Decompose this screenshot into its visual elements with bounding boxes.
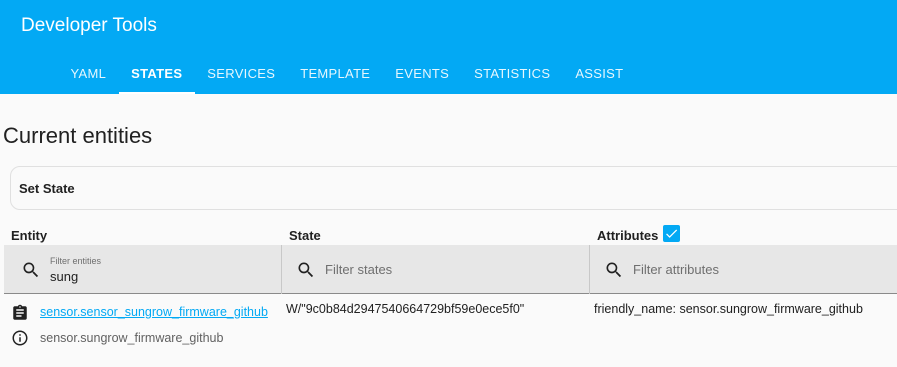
tab-services[interactable]: SERVICES bbox=[195, 52, 288, 94]
entity-filter-label: Filter entities bbox=[50, 256, 102, 266]
column-header-state: State bbox=[289, 228, 321, 243]
state-filter-placeholder: Filter states bbox=[325, 262, 393, 277]
set-state-label: Set State bbox=[19, 181, 75, 196]
column-header-attributes: Attributes bbox=[597, 228, 659, 243]
attributes-filter-placeholder: Filter attributes bbox=[633, 262, 719, 277]
tab-bar: YAML STATES SERVICES TEMPLATE EVENTS STA… bbox=[58, 52, 636, 94]
search-icon bbox=[298, 262, 314, 278]
tab-template[interactable]: TEMPLATE bbox=[288, 52, 383, 94]
entity-id-link[interactable]: sensor.sensor_sungrow_firmware_github bbox=[40, 305, 268, 319]
column-header-entity: Entity bbox=[11, 228, 48, 243]
entity-attributes-value: friendly_name: sensor.sungrow_firmware_g… bbox=[594, 302, 863, 316]
info-icon[interactable] bbox=[11, 329, 29, 347]
clipboard-icon[interactable] bbox=[11, 304, 29, 322]
entity-state-value: W/"9c0b84d2947540664729bf59e0ece5f0" bbox=[286, 302, 525, 316]
app-header: Developer Tools YAML STATES SERVICES TEM… bbox=[0, 0, 897, 94]
attributes-filter-input[interactable]: Filter attributes bbox=[590, 245, 897, 294]
tab-yaml[interactable]: YAML bbox=[58, 52, 119, 94]
entity-friendly-name: sensor.sungrow_firmware_github bbox=[40, 331, 224, 345]
search-icon bbox=[23, 262, 39, 278]
state-filter-input[interactable]: Filter states bbox=[282, 245, 589, 294]
set-state-expander[interactable]: Set State bbox=[10, 166, 897, 210]
tab-assist[interactable]: ASSIST bbox=[563, 52, 636, 94]
page-title: Current entities bbox=[3, 123, 153, 148]
tab-states[interactable]: STATES bbox=[118, 52, 195, 94]
attributes-checkbox[interactable] bbox=[663, 225, 680, 242]
search-icon bbox=[606, 262, 622, 278]
entity-filter-input[interactable]: Filter entities sung bbox=[4, 245, 281, 294]
entity-filter-value: sung bbox=[50, 269, 79, 284]
tab-events[interactable]: EVENTS bbox=[383, 52, 462, 94]
check-icon bbox=[666, 229, 678, 238]
app-title: Developer Tools bbox=[21, 15, 157, 36]
tab-statistics[interactable]: STATISTICS bbox=[462, 52, 563, 94]
